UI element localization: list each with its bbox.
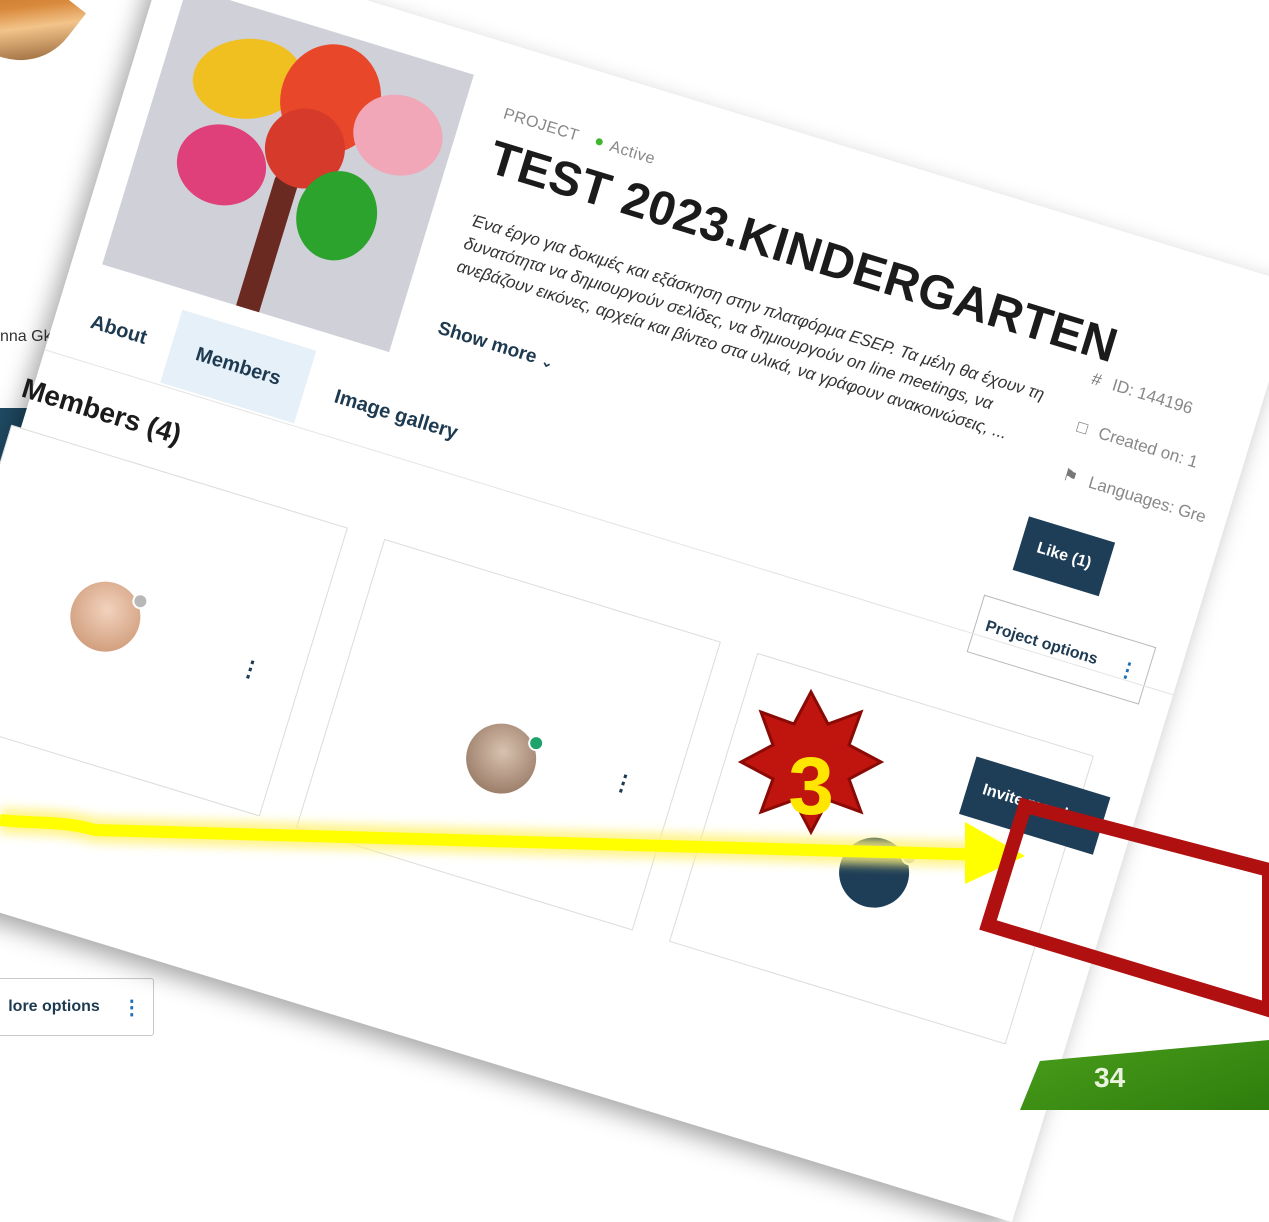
highlight-frame xyxy=(979,797,1269,1018)
annotation-overlay xyxy=(0,688,1269,1018)
yellow-arrow-icon xyxy=(0,807,1025,884)
step-number: 3 xyxy=(788,741,834,832)
